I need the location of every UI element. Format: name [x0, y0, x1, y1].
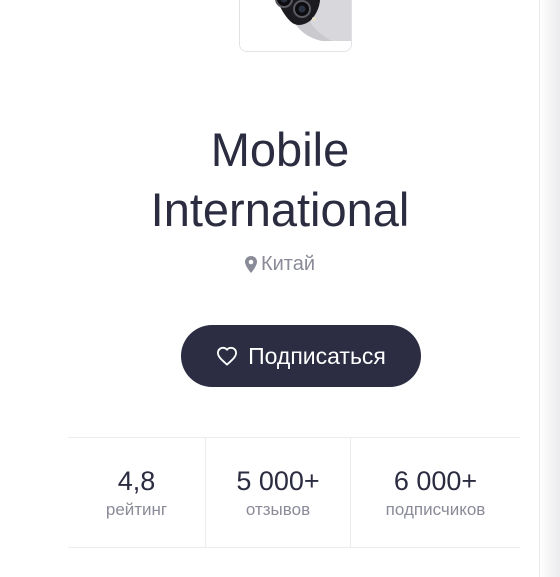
heart-outline-icon [216, 346, 238, 366]
store-profile-page: Mobile International Китай Подписаться 4… [0, 0, 560, 577]
store-name: Mobile International [0, 120, 560, 240]
phone-camera-image [240, 0, 351, 51]
subscribe-label: Подписаться [248, 342, 386, 369]
stat-label: отзывов [245, 499, 311, 519]
subscribe-button[interactable]: Подписаться [181, 325, 421, 387]
stat-subscribers[interactable]: 6 000+ подписчиков [351, 438, 520, 547]
store-name-line-2: International [150, 183, 410, 236]
stat-label: подписчиков [385, 499, 486, 519]
stat-value: 4,8 [117, 465, 156, 496]
store-stats: 4,8 рейтинг 5 000+ отзывов 6 000+ подпис… [68, 437, 520, 548]
store-logo[interactable] [239, 0, 352, 52]
store-location: Китай [0, 252, 560, 279]
stat-rating[interactable]: 4,8 рейтинг [68, 438, 206, 547]
stat-reviews[interactable]: 5 000+ отзывов [206, 438, 351, 547]
stat-value: 5 000+ [236, 465, 320, 496]
map-pin-icon [244, 255, 257, 279]
store-name-line-1: Mobile [210, 123, 350, 176]
location-text: Китай [260, 253, 316, 275]
stat-value: 6 000+ [393, 465, 478, 496]
page-edge-shadow [539, 0, 560, 577]
stat-label: рейтинг [105, 499, 168, 519]
